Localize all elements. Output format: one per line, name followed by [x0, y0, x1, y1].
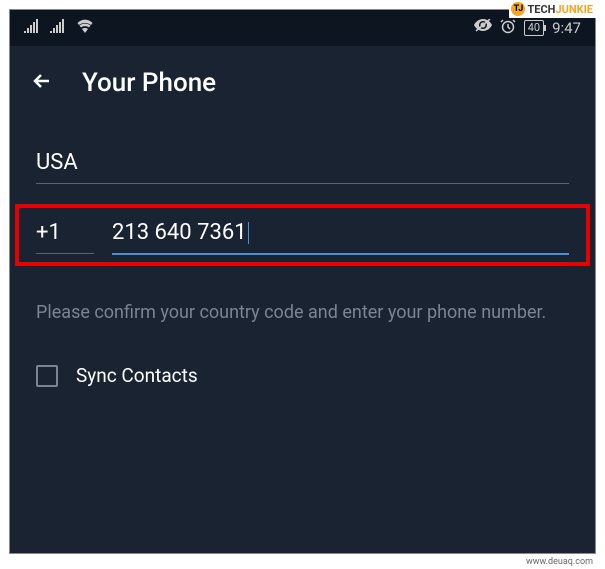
watermark-techjunkie: TJ TECH JUNKIE: [509, 0, 597, 18]
status-bar: 40 9:47: [10, 10, 595, 46]
page-title: Your Phone: [82, 68, 216, 98]
status-time: 9:47: [552, 19, 581, 37]
wifi-icon: [76, 19, 94, 37]
watermark-url: www.deuaq.com: [526, 557, 593, 567]
watermark-tech: TECH: [527, 3, 555, 16]
country-selector[interactable]: USA: [36, 150, 569, 184]
tj-logo-icon: TJ: [511, 2, 525, 16]
header: Your Phone: [10, 46, 595, 120]
status-left: [24, 19, 94, 37]
sync-contacts-row[interactable]: Sync Contacts: [36, 364, 569, 387]
status-right: 40 9:47: [474, 18, 581, 38]
back-button[interactable]: [30, 69, 54, 97]
watermark-junkie: JUNKIE: [555, 3, 593, 16]
battery-indicator: 40: [524, 20, 544, 36]
phone-row: +1 213 640 7361: [36, 220, 569, 255]
sync-contacts-label: Sync Contacts: [76, 364, 198, 387]
signal-icon-1: [24, 19, 40, 37]
country-code-input[interactable]: +1: [36, 220, 94, 254]
phone-number-value: 213 640 7361: [112, 220, 247, 245]
signal-icon-2: [50, 19, 66, 37]
app-window: 40 9:47 Your Phone USA +1 213 640 7361 P…: [9, 9, 596, 554]
eye-icon: [474, 19, 492, 37]
helper-text: Please confirm your country code and ent…: [36, 299, 569, 326]
sync-contacts-checkbox[interactable]: [36, 365, 58, 387]
alarm-icon: [500, 18, 516, 38]
text-cursor: [248, 222, 249, 244]
phone-number-input[interactable]: 213 640 7361: [112, 220, 569, 255]
content: USA +1 213 640 7361 Please confirm your …: [10, 120, 595, 387]
